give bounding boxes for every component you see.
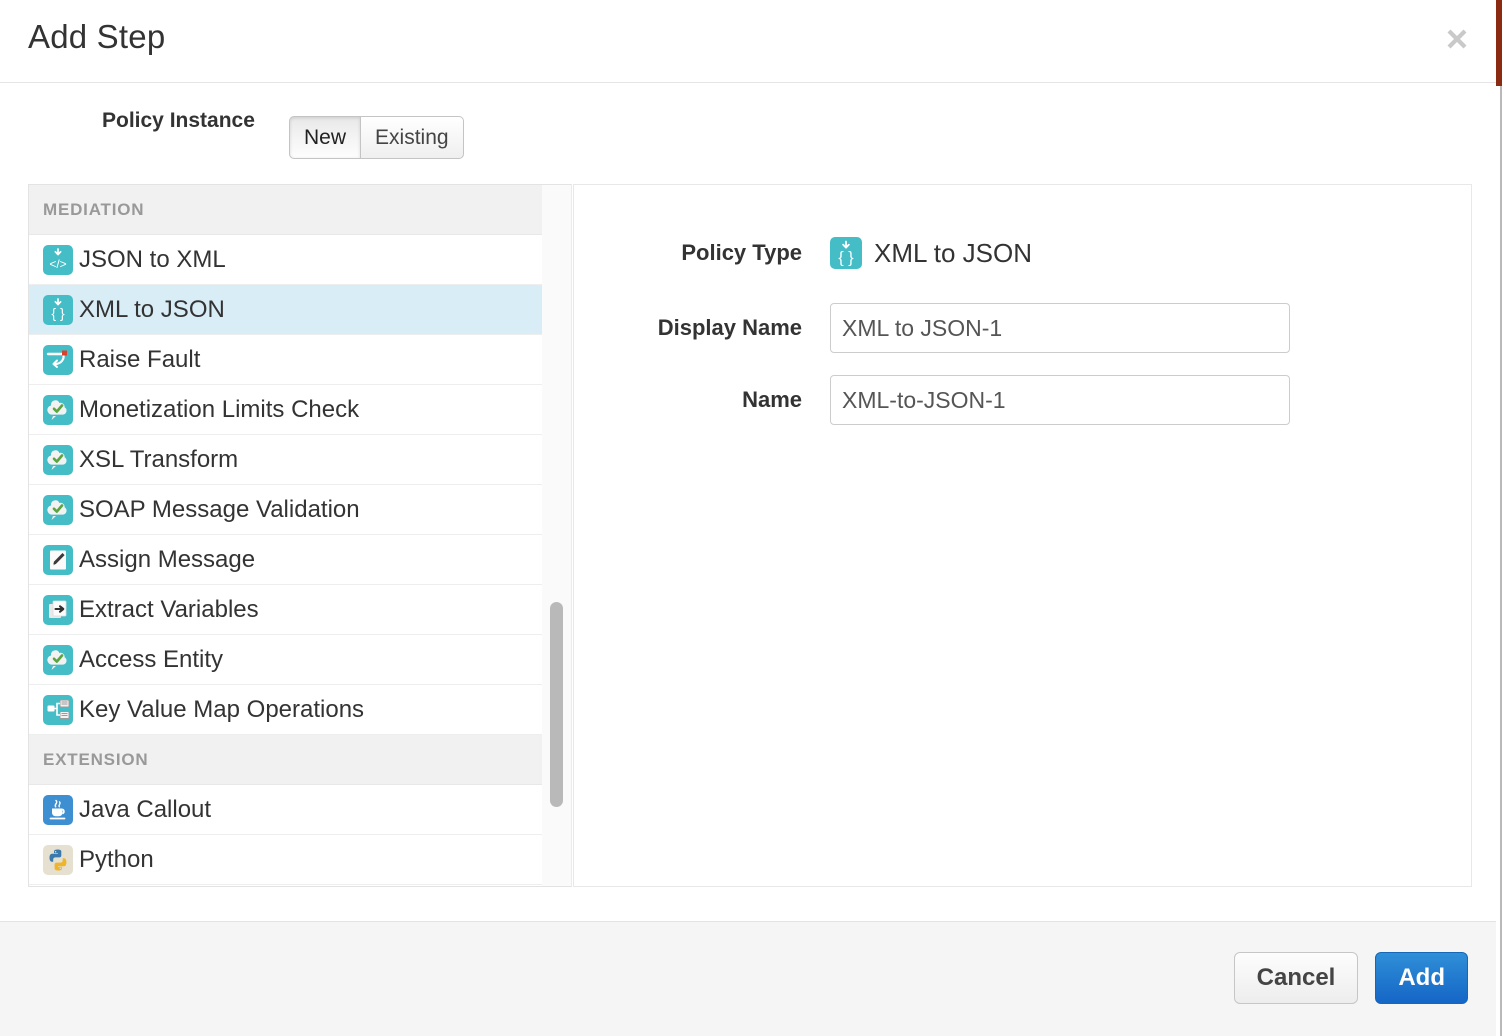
list-item[interactable]: </> JSON to XML bbox=[29, 235, 542, 285]
window-edge-artifact bbox=[1496, 0, 1502, 86]
list-item[interactable]: SOAP Message Validation bbox=[29, 485, 542, 535]
list-item[interactable]: Raise Fault bbox=[29, 335, 542, 385]
name-label: Name bbox=[615, 387, 830, 413]
list-item-label: Key Value Map Operations bbox=[79, 696, 364, 724]
display-name-input[interactable] bbox=[830, 303, 1290, 353]
list-item-label: Extract Variables bbox=[79, 596, 259, 624]
name-row: Name bbox=[615, 375, 1290, 425]
list-item[interactable]: XSL Transform bbox=[29, 435, 542, 485]
list-item[interactable]: Extract Variables bbox=[29, 585, 542, 635]
list-item-label: SOAP Message Validation bbox=[79, 496, 360, 524]
policy-instance-row: Policy Instance bbox=[0, 83, 1496, 183]
list-item[interactable]: Assign Message bbox=[29, 535, 542, 585]
svg-text:{ }: { } bbox=[838, 250, 854, 267]
list-item-label: JSON to XML bbox=[79, 246, 226, 274]
policy-instance-label: Policy Instance bbox=[102, 109, 255, 133]
list-item[interactable]: { } XML to JSON bbox=[29, 285, 542, 335]
raise-fault-icon bbox=[43, 345, 73, 375]
xml-to-json-icon: { } bbox=[830, 237, 862, 269]
access-entity-icon bbox=[43, 645, 73, 675]
list-item[interactable]: Monetization Limits Check bbox=[29, 385, 542, 435]
list-group-header: MEDIATION bbox=[29, 185, 542, 235]
name-input[interactable] bbox=[830, 375, 1290, 425]
dialog-body: MEDIATION </>JSON to XML { }XML to JSON … bbox=[28, 184, 1472, 887]
add-step-dialog: Add Step Policy Instance New Existing ME… bbox=[0, 0, 1502, 1036]
list-item-label: XML to JSON bbox=[79, 296, 225, 324]
display-name-row: Display Name bbox=[615, 303, 1290, 353]
list-item-label: Access Entity bbox=[79, 646, 223, 674]
list-item-label: XSL Transform bbox=[79, 446, 238, 474]
policy-type-value: XML to JSON bbox=[874, 238, 1032, 269]
svg-text:{ }: { } bbox=[51, 305, 65, 321]
add-button[interactable]: Add bbox=[1375, 952, 1468, 1004]
list-item-label: Monetization Limits Check bbox=[79, 396, 359, 424]
key-value-map-operations-icon bbox=[43, 695, 73, 725]
cancel-button[interactable]: Cancel bbox=[1234, 952, 1359, 1004]
list-group-header: EXTENSION bbox=[29, 735, 542, 785]
list-item-label: Raise Fault bbox=[79, 346, 200, 374]
display-name-label: Display Name bbox=[615, 315, 830, 341]
close-x-icon bbox=[1444, 26, 1470, 52]
list-item-label: Assign Message bbox=[79, 546, 255, 574]
toggle-existing-button[interactable]: Existing bbox=[360, 116, 464, 159]
json-to-xml-icon: </> bbox=[43, 245, 73, 275]
dialog-footer: Cancel Add bbox=[0, 921, 1496, 1036]
policy-type-label: Policy Type bbox=[615, 240, 830, 266]
policy-list-scrollbar[interactable] bbox=[542, 184, 572, 887]
dialog-header: Add Step bbox=[0, 0, 1496, 83]
policy-type-row: Policy Type { } XML to JSON bbox=[615, 237, 1032, 269]
policy-list-panel: MEDIATION </>JSON to XML { }XML to JSON … bbox=[28, 184, 542, 887]
list-item[interactable]: Python bbox=[29, 835, 542, 885]
list-item[interactable]: Access Entity bbox=[29, 635, 542, 685]
list-item[interactable]: Java Callout bbox=[29, 785, 542, 835]
extract-variables-icon bbox=[43, 595, 73, 625]
policy-detail-panel: Policy Type { } XML to JSON Display Name… bbox=[573, 184, 1472, 887]
xml-to-json-icon: { } bbox=[43, 295, 73, 325]
list-item[interactable]: Key Value Map Operations bbox=[29, 685, 542, 735]
python-icon bbox=[43, 845, 73, 875]
svg-text:</>: </> bbox=[49, 257, 66, 271]
scrollbar-thumb[interactable] bbox=[550, 602, 563, 807]
close-icon[interactable] bbox=[1440, 22, 1474, 56]
list-item-label: Python bbox=[79, 846, 154, 874]
monetization-limits-check-icon bbox=[43, 395, 73, 425]
toggle-new-button[interactable]: New bbox=[289, 116, 360, 159]
soap-message-validation-icon bbox=[43, 495, 73, 525]
policy-instance-toggle-group: New Existing bbox=[289, 116, 464, 159]
footer-button-bar: Cancel Add bbox=[1234, 952, 1468, 1004]
java-callout-icon bbox=[43, 795, 73, 825]
page-title: Add Step bbox=[28, 18, 165, 56]
assign-message-icon bbox=[43, 545, 73, 575]
xsl-transform-icon bbox=[43, 445, 73, 475]
list-item-label: Java Callout bbox=[79, 796, 211, 824]
